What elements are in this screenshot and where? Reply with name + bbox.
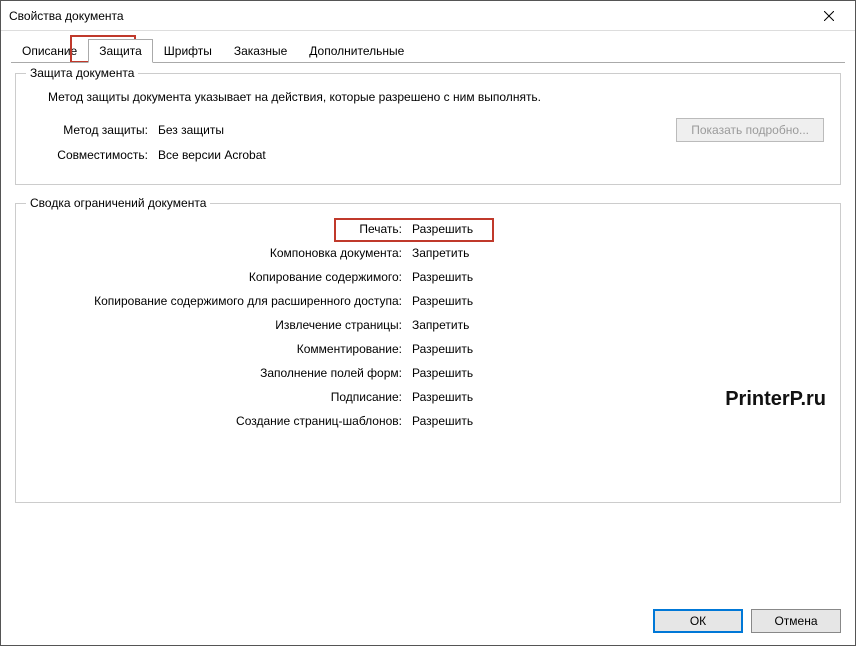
tab-fonts[interactable]: Шрифты	[153, 39, 223, 63]
restriction-label-copy-accessibility: Копирование содержимого для расширенного…	[32, 294, 412, 308]
watermark-text: PrinterP.ru	[725, 388, 826, 411]
dialog-footer: ОК Отмена	[1, 599, 855, 645]
content-area: Защита документа Метод защиты документа …	[1, 63, 855, 599]
compat-label: Совместимость:	[48, 148, 148, 162]
restriction-value-copy: Разрешить	[412, 270, 612, 284]
restriction-value-form-fill: Разрешить	[412, 366, 612, 380]
restriction-label-print: Печать:	[32, 222, 412, 236]
restriction-value-assembly: Запретить	[412, 246, 612, 260]
security-description: Метод защиты документа указывает на дейс…	[48, 90, 824, 104]
restriction-label-form-fill: Заполнение полей форм:	[32, 366, 412, 380]
restriction-value-copy-accessibility: Разрешить	[412, 294, 612, 308]
restriction-label-copy: Копирование содержимого:	[32, 270, 412, 284]
tab-description[interactable]: Описание	[11, 39, 88, 63]
restriction-label-template: Создание страниц-шаблонов:	[32, 414, 412, 428]
restrictions-fieldset: Сводка ограничений документа Печать: Раз…	[15, 203, 841, 503]
ok-button[interactable]: ОК	[653, 609, 743, 633]
cancel-button[interactable]: Отмена	[751, 609, 841, 633]
tab-advanced[interactable]: Дополнительные	[298, 39, 415, 63]
restriction-label-extract: Извлечение страницы:	[32, 318, 412, 332]
dialog-window: Свойства документа Описание Защита Шрифт…	[0, 0, 856, 646]
restriction-value-signing: Разрешить	[412, 390, 612, 404]
restriction-value-print: Разрешить	[412, 222, 612, 236]
show-details-button[interactable]: Показать подробно...	[676, 118, 824, 142]
restriction-value-template: Разрешить	[412, 414, 612, 428]
restriction-label-comment: Комментирование:	[32, 342, 412, 356]
restriction-label-assembly: Компоновка документа:	[32, 246, 412, 260]
close-button[interactable]	[806, 2, 851, 30]
titlebar: Свойства документа	[1, 1, 855, 31]
compat-value: Все версии Acrobat	[158, 148, 266, 162]
tab-custom[interactable]: Заказные	[223, 39, 298, 63]
close-icon	[824, 11, 834, 21]
method-label: Метод защиты:	[48, 123, 148, 137]
security-fieldset: Защита документа Метод защиты документа …	[15, 73, 841, 185]
tabs-bar: Описание Защита Шрифты Заказные Дополнит…	[1, 31, 855, 63]
tab-security[interactable]: Защита	[88, 39, 153, 63]
restriction-label-signing: Подписание:	[32, 390, 412, 404]
window-title: Свойства документа	[9, 9, 124, 23]
restrictions-grid: Печать: Разрешить Компоновка документа: …	[32, 222, 824, 428]
method-value: Без защиты	[158, 123, 224, 137]
restrictions-legend: Сводка ограничений документа	[26, 196, 210, 210]
restriction-value-extract: Запретить	[412, 318, 612, 332]
restriction-value-comment: Разрешить	[412, 342, 612, 356]
security-legend: Защита документа	[26, 66, 138, 80]
